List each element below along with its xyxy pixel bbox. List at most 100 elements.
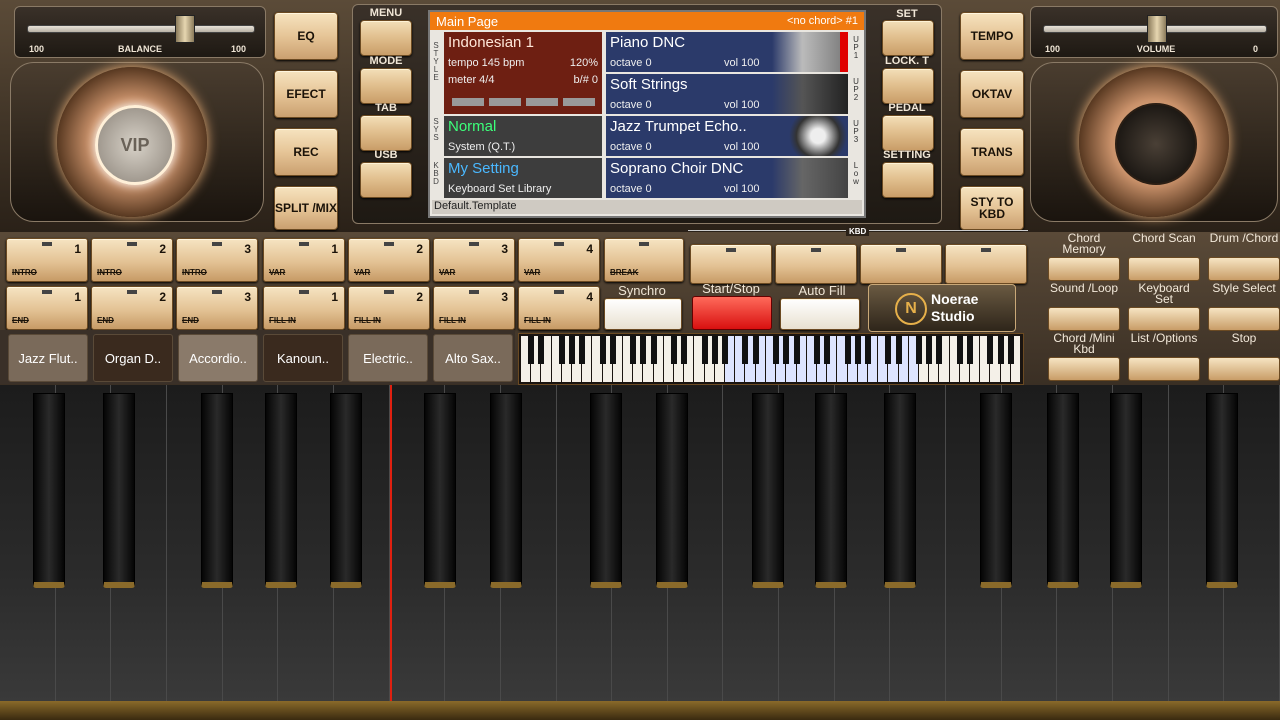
start-stop-button[interactable] [692,296,772,330]
kbd-pad-1[interactable] [690,244,772,284]
mini-black-key[interactable] [885,336,892,364]
mini-black-key[interactable] [630,336,637,364]
style-bottom-pad-6[interactable]: 3 FILL IN [433,286,515,330]
volume-slider-knob[interactable] [1147,15,1167,43]
chord-button-9[interactable]: Stop [1208,332,1280,381]
black-key[interactable] [815,393,847,588]
black-key[interactable] [1206,393,1238,588]
mini-black-key[interactable] [844,336,851,364]
chord-button-8[interactable]: List /Options [1128,332,1200,381]
style-bottom-pad-2[interactable]: 2 END [91,286,173,330]
chord-button-1[interactable]: Chord Memory [1048,232,1120,281]
style-top-pad-7[interactable]: 4 VAR [518,238,600,282]
mini-black-key[interactable] [854,336,861,364]
mini-black-key[interactable] [640,336,647,364]
lock-t-button[interactable] [882,68,934,104]
black-key[interactable] [424,393,456,588]
mini-black-key[interactable] [966,336,973,364]
mini-black-key[interactable] [711,336,718,364]
pedal-button[interactable] [882,115,934,151]
split-mix-button[interactable]: SPLIT /MIX [274,186,338,230]
mini-black-key[interactable] [864,336,871,364]
mini-black-key[interactable] [722,336,729,364]
mini-black-key[interactable] [528,336,535,364]
black-key[interactable] [752,393,784,588]
voice-bank-button-4[interactable]: Kanoun.. [263,334,343,382]
black-key[interactable] [33,393,65,588]
kbd-cell[interactable]: My Setting Keyboard Set Library [444,158,602,198]
split-point-marker[interactable] [390,385,392,720]
kbd-pad-2[interactable] [775,244,857,284]
style-top-pad-1[interactable]: 1 INTRO [6,238,88,282]
setting-button[interactable] [882,162,934,198]
mode-button[interactable] [360,68,412,104]
synchro-button[interactable] [604,298,682,330]
chord-button-3[interactable]: Drum /Chord [1208,232,1280,281]
system-cell[interactable]: Normal System (Q.T.) [444,116,602,156]
mini-black-key[interactable] [569,336,576,364]
mini-black-key[interactable] [1007,336,1014,364]
black-key[interactable] [884,393,916,588]
black-key[interactable] [1047,393,1079,588]
style-top-pad-5[interactable]: 2 VAR [348,238,430,282]
voice-bank-button-1[interactable]: Jazz Flut.. [8,334,88,382]
sty-to-kbd-button[interactable]: STY TO KBD [960,186,1024,230]
chord-button-5[interactable]: Keyboard Set [1128,282,1200,331]
mini-black-key[interactable] [987,336,994,364]
mini-black-key[interactable] [752,336,759,364]
mini-black-key[interactable] [579,336,586,364]
mini-black-key[interactable] [813,336,820,364]
rec-button[interactable]: REC [274,128,338,176]
kbd-pad-4[interactable] [945,244,1027,284]
effect-button[interactable]: EFECT [274,70,338,118]
voice-cell-low[interactable]: Soprano Choir DNC octave 0 vol 100 [606,158,848,198]
mini-black-key[interactable] [609,336,616,364]
mini-black-key[interactable] [956,336,963,364]
mini-black-key[interactable] [997,336,1004,364]
black-key[interactable] [201,393,233,588]
black-key[interactable] [590,393,622,588]
mini-black-key[interactable] [599,336,606,364]
black-key[interactable] [330,393,362,588]
eq-button[interactable]: EQ [274,12,338,60]
mini-black-key[interactable] [742,336,749,364]
balance-slider-track[interactable] [27,25,255,33]
chord-button-4[interactable]: Sound /Loop [1048,282,1120,331]
voice-bank-button-6[interactable]: Alto Sax.. [433,334,513,382]
tab-button[interactable] [360,115,412,151]
voice-cell-up3[interactable]: Jazz Trumpet Echo.. octave 0 vol 100 [606,116,848,156]
style-cell[interactable]: Indonesian 1 tempo 145 bpm 120% meter 4/… [444,32,602,114]
mini-black-key[interactable] [558,336,565,364]
chord-button-7[interactable]: Chord /Mini Kbd [1048,332,1120,381]
black-key[interactable] [490,393,522,588]
black-key[interactable] [980,393,1012,588]
style-top-pad-6[interactable]: 3 VAR [433,238,515,282]
voice-bank-button-3[interactable]: Accordio.. [178,334,258,382]
voice-bank-button-5[interactable]: Electric.. [348,334,428,382]
mini-black-key[interactable] [824,336,831,364]
black-key[interactable] [103,393,135,588]
mini-black-key[interactable] [926,336,933,364]
black-key[interactable] [1110,393,1142,588]
style-top-pad-8[interactable]: BREAK [604,238,684,282]
set-button[interactable] [882,20,934,56]
black-key[interactable] [656,393,688,588]
black-key[interactable] [265,393,297,588]
vip-dial[interactable]: VIP [57,67,207,217]
mini-black-key[interactable] [671,336,678,364]
chord-button-6[interactable]: Style Select [1208,282,1280,331]
volume-dial[interactable] [1079,67,1229,217]
style-bottom-pad-4[interactable]: 1 FILL IN [263,286,345,330]
style-top-pad-2[interactable]: 2 INTRO [91,238,173,282]
mini-keyboard[interactable] [518,333,1024,385]
tempo-button[interactable]: TEMPO [960,12,1024,60]
voice-cell-up1[interactable]: Piano DNC octave 0 vol 100 [606,32,848,72]
mini-black-key[interactable] [650,336,657,364]
mini-black-key[interactable] [895,336,902,364]
auto-fill-button[interactable] [780,298,860,330]
trans-button[interactable]: TRANS [960,128,1024,176]
voice-cell-up2[interactable]: Soft Strings octave 0 vol 100 [606,74,848,114]
style-top-pad-3[interactable]: 3 INTRO [176,238,258,282]
chord-button-2[interactable]: Chord Scan [1128,232,1200,281]
mini-black-key[interactable] [681,336,688,364]
